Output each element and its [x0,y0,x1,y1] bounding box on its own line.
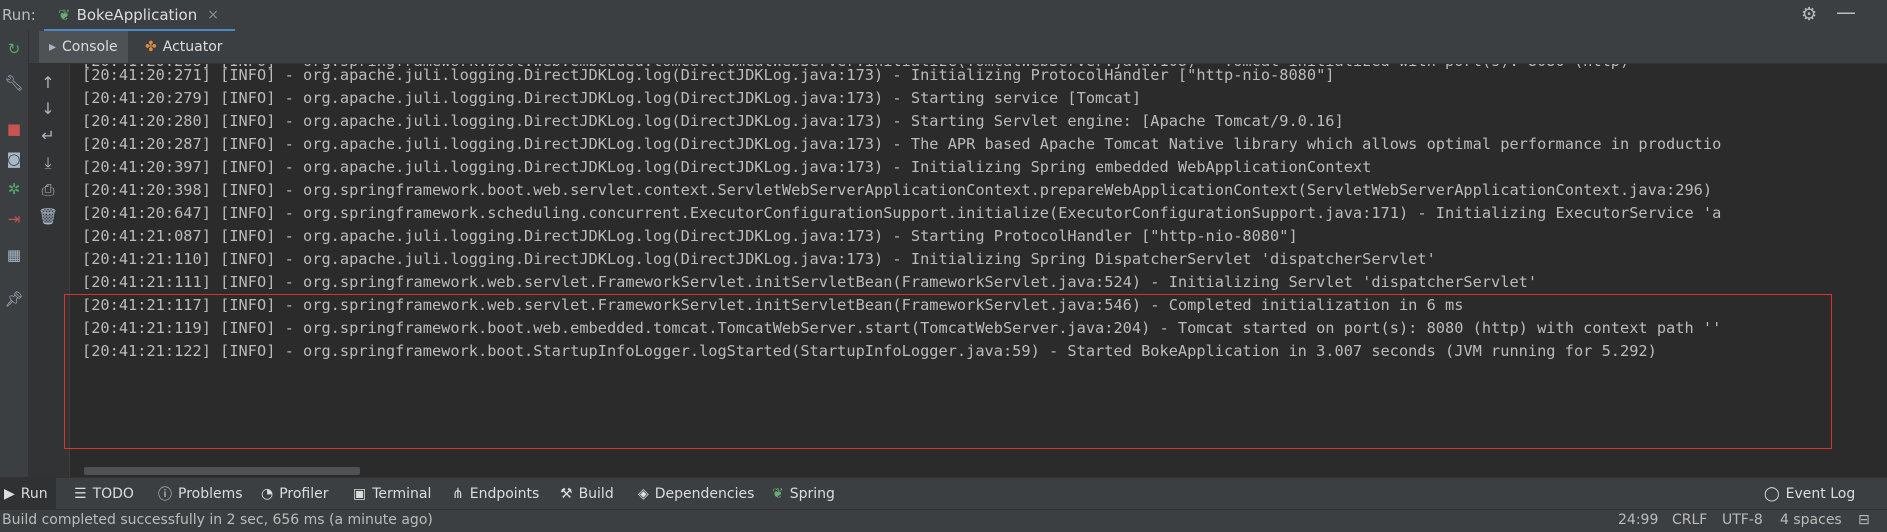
event-log-icon: ◯ [1764,486,1780,502]
log-line: [20:41:20:287] [INFO] - org.apache.juli.… [82,135,1722,153]
run-label: Run: [2,6,36,24]
tool-event-log-label: Event Log [1785,486,1856,502]
tool-dependencies-label: Dependencies [654,486,755,502]
tool-build[interactable]: ⚒ Build [560,478,614,510]
console-icon: ▸ [49,39,57,55]
todo-list-icon: ☰ [74,486,87,502]
caret-position[interactable]: 24:99 [1618,512,1658,528]
tool-todo-label: TODO [92,486,134,502]
dependencies-icon: ◈ [638,486,649,502]
soft-wrap-icon[interactable]: ↵ [37,125,59,147]
up-arrow-icon[interactable]: ↑ [37,72,59,94]
pin-icon[interactable]: 📌︎ [4,289,24,309]
tool-run-label: Run [20,486,48,502]
line-separator[interactable]: CRLF [1672,512,1707,528]
layout-icon[interactable]: ▦ [4,245,24,265]
tool-terminal[interactable]: ▣ Terminal [353,478,431,510]
tool-dependencies[interactable]: ◈ Dependencies [638,478,754,510]
log-line: [20:41:20:647] [INFO] - org.springframew… [82,204,1722,222]
log-line: [20:41:21:110] [INFO] - org.apache.juli.… [82,250,1436,268]
run-left-toolbar: ↻ 🔧︎ ■ ◙ ✲ ⇥ ▦ 📌︎ [0,31,29,477]
down-arrow-icon[interactable]: ↓ [37,98,59,120]
run-tool-window-header: Run: ❦ BokeApplication × ⚙ — [0,0,1887,32]
log-line: [20:41:20:280] [INFO] - org.apache.juli.… [82,112,1344,130]
profiler-icon: ◔ [261,486,274,502]
exit-icon[interactable]: ⇥ [4,209,24,229]
status-message[interactable]: Build completed successfully in 2 sec, 6… [2,512,433,528]
endpoints-icon: ⋔ [452,486,464,502]
actuator-icon: ✤ [145,39,157,55]
close-tab-icon[interactable]: × [207,7,219,23]
spring-leaf-icon: ❦ [772,486,784,502]
rerun-icon[interactable]: ↻ [4,39,24,59]
run-config-tab[interactable]: ❦ BokeApplication × [44,0,235,32]
scroll-to-end-icon[interactable]: ⤓ [37,152,59,174]
indent-setting[interactable]: 4 spaces [1780,512,1842,528]
spring-boot-leaf-icon: ❦ [58,5,71,24]
tab-actuator-label: Actuator [162,39,223,55]
tool-run[interactable]: ▶ Run [0,478,56,510]
tool-profiler-label: Profiler [279,486,329,502]
tool-todo[interactable]: ☰ TODO [74,478,134,510]
log-line: [20:41:20:397] [INFO] - org.apache.juli.… [82,158,1372,176]
problems-info-icon: ⓘ [158,487,172,503]
log-line: [20:41:20:279] [INFO] - org.apache.juli.… [82,89,1142,107]
tool-event-log[interactable]: ◯ Event Log [1764,478,1855,510]
log-line: [20:41:20:398] [INFO] - org.springframew… [82,181,1713,199]
vertical-scrollbar[interactable] [1863,64,1887,477]
stop-icon[interactable]: ■ [4,119,24,139]
modify-config-wrench-icon[interactable]: 🔧︎ [4,73,24,93]
log-line: [20:41:21:111] [INFO] - org.springframew… [82,273,1538,291]
tool-window-bar: ▶ Run ☰ TODO ⓘ Problems ◔ Profiler ▣ Ter… [0,477,1887,510]
log-line: [20:41:20:271] [INFO] - org.apache.juli.… [82,66,1335,84]
tool-problems-label: Problems [178,486,243,502]
run-play-icon: ▶ [4,486,15,502]
tool-spring[interactable]: ❦ Spring [772,478,835,510]
run-config-tab-label: BokeApplication [76,5,198,24]
print-icon[interactable]: ⎙ [37,179,59,201]
horizontal-scrollbar-thumb[interactable] [84,467,360,475]
tool-endpoints-label: Endpoints [469,486,540,502]
debug-bug-icon[interactable]: ✲ [4,179,24,199]
tool-problems[interactable]: ⓘ Problems [158,478,243,510]
tool-profiler[interactable]: ◔ Profiler [261,478,329,510]
tool-endpoints[interactable]: ⋔ Endpoints [452,478,539,510]
status-bar: Build completed successfully in 2 sec, 6… [0,509,1887,532]
terminal-icon: ▣ [353,486,367,502]
clear-all-trash-icon[interactable]: 🗑︎ [37,206,59,228]
dump-threads-camera-icon[interactable]: ◙ [4,149,24,169]
tab-console-label: Console [62,39,118,55]
build-hammer-icon: ⚒ [560,486,573,502]
minimize-icon[interactable]: — [1836,0,1856,24]
file-encoding[interactable]: UTF-8 [1722,512,1763,528]
settings-gear-icon[interactable]: ⚙ [1801,4,1817,25]
lock-icon[interactable]: ⊟ [1858,512,1870,528]
log-line: [20:41:21:087] [INFO] - org.apache.juli.… [82,227,1298,245]
console-tabs-bar: ▸ Console ✤ Actuator [29,31,1887,64]
tab-actuator[interactable]: ✤ Actuator [135,31,233,63]
tab-console[interactable]: ▸ Console [39,31,128,63]
tool-terminal-label: Terminal [372,486,432,502]
tool-build-label: Build [578,486,614,502]
tool-spring-label: Spring [789,486,835,502]
highlight-annotation-box [64,294,1832,449]
